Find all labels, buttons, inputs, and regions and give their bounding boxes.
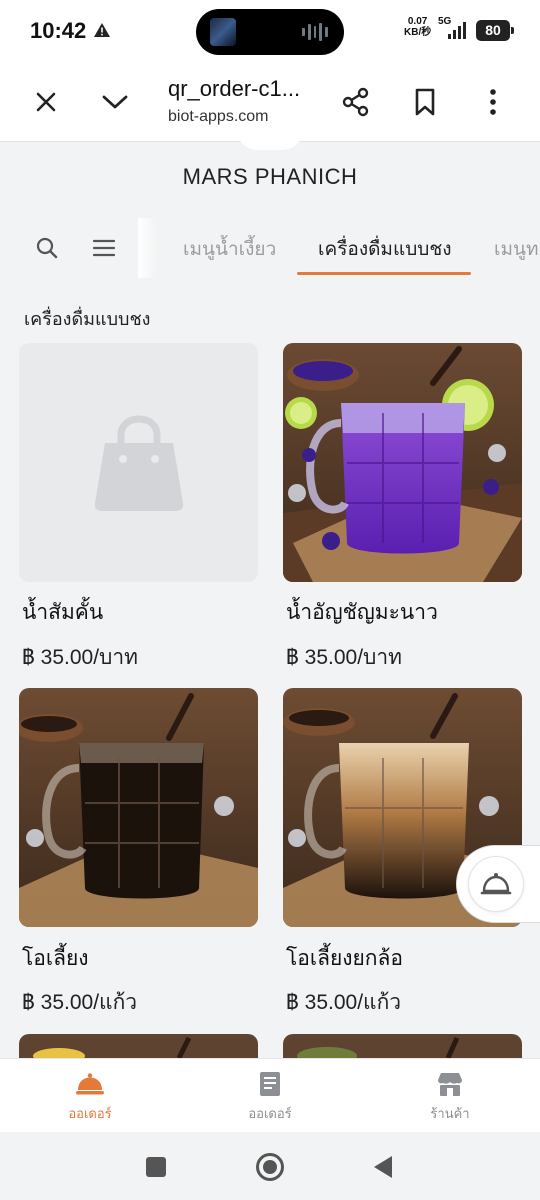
close-button[interactable] xyxy=(24,80,68,124)
share-icon xyxy=(342,87,369,117)
close-icon xyxy=(36,92,56,112)
network-speed: 0.07 KB/秒 xyxy=(404,16,432,38)
shop-logo xyxy=(236,128,304,150)
tab-category-2[interactable]: เมนูท xyxy=(494,234,539,264)
more-vertical-icon xyxy=(490,89,496,115)
bottom-navigation: ออเดอร์ ออเดอร์ ร้านค้า xyxy=(0,1058,540,1132)
status-bar: 10:42 0.07 KB/秒 5G 80 xyxy=(0,0,540,62)
square-icon xyxy=(146,1157,166,1177)
category-bar: เมนูน้ำเงี้ยว เครื่องดื่มแบบชง เมนูท xyxy=(0,218,540,280)
product-price-0: ฿ 35.00/บาท xyxy=(22,646,139,669)
back-button[interactable] xyxy=(368,1152,398,1182)
product-name-0[interactable]: น้ำสัมคั้น xyxy=(22,596,103,629)
menu-icon xyxy=(93,239,115,257)
product-image-5[interactable] xyxy=(283,1034,522,1058)
receipt-icon xyxy=(260,1072,280,1096)
service-bell-icon xyxy=(480,873,512,895)
url-host[interactable]: biot-apps.com xyxy=(168,108,269,126)
product-price-3: ฿ 35.00/แก้ว xyxy=(286,991,402,1014)
home-circle-icon xyxy=(256,1153,284,1181)
recent-apps-button[interactable] xyxy=(141,1152,171,1182)
media-thumbnail xyxy=(210,18,236,46)
product-image-1[interactable] xyxy=(283,343,522,582)
share-button[interactable] xyxy=(334,80,378,124)
iced-coffee-photo xyxy=(19,688,258,927)
chevron-down-icon xyxy=(102,95,128,109)
back-triangle-icon xyxy=(374,1156,392,1178)
search-button[interactable] xyxy=(30,231,64,265)
status-time: 10:42 xyxy=(30,18,87,43)
dynamic-island xyxy=(196,9,344,55)
product-price-2: ฿ 35.00/แก้ว xyxy=(22,991,138,1014)
section-title: เครื่องดื่มแบบชง xyxy=(24,309,151,330)
nav-label: ร้านค้า xyxy=(430,1107,470,1122)
product-image-4[interactable] xyxy=(19,1034,258,1058)
nav-order-bell[interactable]: ออเดอร์ xyxy=(25,1069,155,1124)
category-tabs: เมนูน้ำเงี้ยว เครื่องดื่มแบบชง เมนูท xyxy=(160,218,540,278)
service-bell-icon xyxy=(76,1073,104,1095)
butterfly-pea-drink-photo xyxy=(283,343,522,582)
nav-order-list[interactable]: ออเดอร์ xyxy=(205,1069,335,1124)
bookmark-icon xyxy=(415,88,435,116)
product-name-2[interactable]: โอเลี้ยง xyxy=(22,942,89,975)
page-title[interactable]: qr_order-c1... xyxy=(168,76,300,102)
signal-icon xyxy=(448,22,466,39)
collapse-button[interactable] xyxy=(93,80,137,124)
active-tab-indicator xyxy=(297,272,471,275)
shopping-bag-icon xyxy=(94,414,183,511)
tab-category-0[interactable]: เมนูน้ำเงี้ยว xyxy=(183,234,276,264)
nav-store[interactable]: ร้านค้า xyxy=(385,1069,515,1124)
shop-name: MARS PHANICH xyxy=(182,164,358,189)
battery-icon: 80 xyxy=(476,20,514,41)
nav-label: ออเดอร์ xyxy=(68,1107,112,1122)
bookmark-button[interactable] xyxy=(403,80,447,124)
call-staff-button[interactable] xyxy=(456,845,540,923)
home-button[interactable] xyxy=(255,1152,285,1182)
product-name-1[interactable]: น้ำอัญชัญมะนาว xyxy=(286,596,438,629)
search-icon xyxy=(36,237,58,259)
storefront-icon xyxy=(438,1073,462,1096)
product-image-2[interactable] xyxy=(19,688,258,927)
category-list-button[interactable] xyxy=(87,231,121,265)
product-name-3[interactable]: โอเลี้ยงยกล้อ xyxy=(286,942,403,975)
tab-category-1[interactable]: เครื่องดื่มแบบชง xyxy=(318,234,452,264)
product-price-1: ฿ 35.00/บาท xyxy=(286,646,403,669)
nav-label: ออเดอร์ xyxy=(248,1107,292,1122)
warning-icon xyxy=(94,23,110,37)
system-navigation-bar xyxy=(0,1132,540,1200)
audio-visualizer-icon xyxy=(302,23,328,41)
product-image-0[interactable] xyxy=(19,343,258,582)
more-options-button[interactable] xyxy=(471,80,515,124)
